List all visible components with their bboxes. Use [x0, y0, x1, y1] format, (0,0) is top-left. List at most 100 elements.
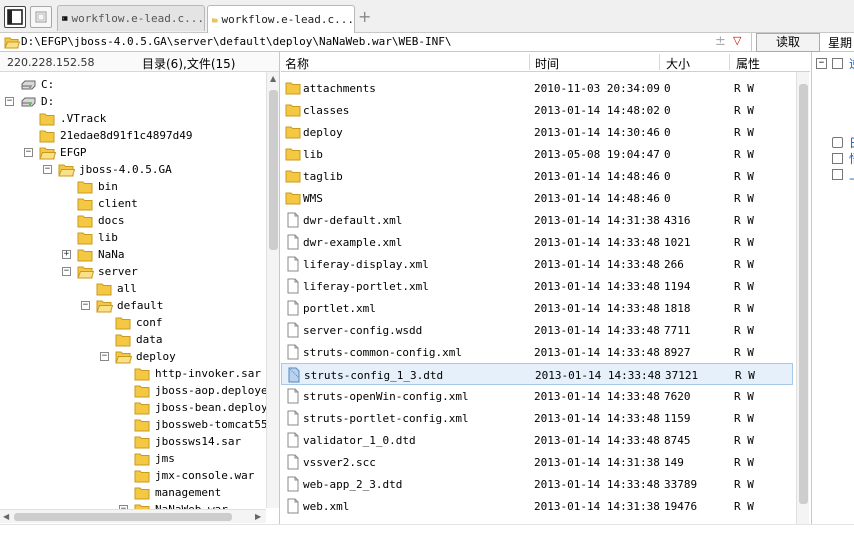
tree-item[interactable]: jbossweb-tomcat55.s [134, 416, 279, 433]
scroll-up-icon[interactable]: ▲ [270, 74, 276, 83]
file-row[interactable]: struts-openWin-config.xml 2013-01-14 14:3… [281, 385, 793, 407]
side-check-icon[interactable] [832, 169, 843, 180]
file-row[interactable]: liferay-display.xml 2013-01-14 14:33:48 26… [281, 253, 793, 275]
tree-item[interactable]: default [96, 297, 163, 314]
file-row[interactable]: struts-common-config.xml 2013-01-14 14:33… [281, 341, 793, 363]
column-time[interactable]: 时间 [535, 55, 559, 72]
column-divider[interactable] [729, 54, 730, 70]
panel-toggle-button[interactable] [4, 6, 26, 28]
file-size: 149 [664, 456, 684, 469]
tree-vertical-scrollbar[interactable]: ▲ [266, 72, 279, 508]
scrollbar-thumb[interactable] [269, 90, 278, 250]
file-row[interactable]: web.xml 2013-01-14 14:31:38 19476 R W [281, 495, 793, 517]
file-row[interactable]: dwr-default.xml 2013-01-14 14:31:38 4316 R … [281, 209, 793, 231]
tree-item[interactable]: conf [115, 314, 163, 331]
tree-item[interactable]: client [77, 195, 138, 212]
address-path: D:\EFGP\jboss-4.0.5.GA\server\default\de… [21, 35, 452, 48]
tree-item[interactable]: http-invoker.sar [134, 365, 261, 382]
chevron-down-icon[interactable]: ▽ [733, 34, 741, 47]
read-button[interactable]: 读取 [756, 33, 820, 52]
file-row[interactable]: WMS 2013-01-14 14:48:46 0 R W [281, 187, 793, 209]
collapse-icon[interactable]: − [62, 267, 71, 276]
tree-item[interactable]: management [134, 484, 221, 501]
file-row[interactable]: web-app_2_3.dtd 2013-01-14 14:33:48 33789 R… [281, 473, 793, 495]
file-name: server-config.wsdd [303, 324, 423, 337]
scrollbar-thumb[interactable] [14, 513, 232, 521]
new-tab-button[interactable]: + [358, 7, 371, 26]
file-attr: R W [734, 192, 754, 205]
scrollbar-thumb[interactable] [799, 84, 808, 504]
side-check-icon[interactable] [832, 153, 843, 164]
tree-item[interactable]: all [96, 280, 137, 297]
file-row[interactable]: portlet.xml 2013-01-14 14:33:48 1818 R W [281, 297, 793, 319]
tree-horizontal-scrollbar[interactable]: ◀ ▶ [0, 509, 266, 523]
tree-item[interactable]: deploy [115, 348, 176, 365]
tree-item[interactable]: docs [77, 212, 125, 229]
tab-folder[interactable]: workflow.e-lead.c... [207, 5, 355, 33]
file-size: 1159 [664, 412, 691, 425]
tree-item[interactable]: jboss-4.0.5.GA [58, 161, 172, 178]
column-attr[interactable]: 属性 [736, 55, 760, 72]
file-time: 2013-01-14 14:33:48 [534, 434, 660, 447]
column-size[interactable]: 大小 [666, 55, 690, 72]
pin-icon[interactable]: ± [715, 34, 726, 49]
folder-icon [77, 198, 93, 210]
scroll-right-icon[interactable]: ▶ [255, 512, 261, 521]
file-row[interactable]: validator_1_0.dtd 2013-01-14 14:33:48 8745… [281, 429, 793, 451]
tree-item-label: .VTrack [60, 112, 107, 125]
file-row[interactable]: server-config.wsdd 2013-01-14 14:33:48 771… [281, 319, 793, 341]
collapse-icon[interactable]: − [816, 58, 827, 69]
collapse-icon[interactable]: − [24, 148, 33, 157]
tree-item[interactable]: C: [20, 76, 54, 93]
folder-icon [134, 385, 150, 397]
file-row[interactable]: taglib 2013-01-14 14:48:46 0 R W [281, 165, 793, 187]
collapse-icon[interactable]: − [5, 97, 14, 106]
expand-icon[interactable]: + [62, 250, 71, 259]
file-name: taglib [303, 170, 343, 183]
folder-open-icon [58, 164, 75, 176]
file-row-selected[interactable]: struts-config_1_3.dtd 2013-01-14 14:33:48… [281, 363, 793, 385]
column-name[interactable]: 名称 [285, 55, 309, 72]
window-icon [35, 11, 47, 23]
tree-item[interactable]: data [115, 331, 163, 348]
collapse-icon[interactable]: − [81, 301, 90, 310]
file-icon [287, 234, 299, 250]
column-divider[interactable] [659, 54, 660, 70]
file-row[interactable]: classes 2013-01-14 14:48:02 0 R W [281, 99, 793, 121]
dtd-file-icon [288, 367, 300, 383]
file-time: 2010-11-03 20:34:09 [534, 82, 660, 95]
tree-item[interactable]: D: [20, 93, 54, 110]
scroll-left-icon[interactable]: ◀ [3, 512, 9, 521]
file-row[interactable]: vssver2.scc 2013-01-14 14:31:38 149 R W [281, 451, 793, 473]
file-row[interactable]: dwr-example.xml 2013-01-14 14:33:48 1021 R … [281, 231, 793, 253]
tree-item[interactable]: jmx-console.war [134, 467, 254, 484]
tree-item[interactable]: EFGP [39, 144, 87, 161]
tree-item[interactable]: NaNa [77, 246, 125, 263]
file-attr: R W [734, 302, 754, 315]
new-window-button[interactable] [30, 6, 52, 28]
address-input[interactable]: D:\EFGP\jboss-4.0.5.GA\server\default\de… [0, 33, 752, 52]
tree-item[interactable]: jms [134, 450, 175, 467]
tree-item[interactable]: jbossws14.sar [134, 433, 241, 450]
tree-item[interactable]: lib [77, 229, 118, 246]
file-time: 2013-01-14 14:33:48 [535, 369, 661, 382]
collapse-icon[interactable]: − [100, 352, 109, 361]
tree-item[interactable]: server [77, 263, 138, 280]
file-row[interactable]: deploy 2013-01-14 14:30:46 0 R W [281, 121, 793, 143]
file-name: lib [303, 148, 323, 161]
tree-item[interactable]: jboss-aop.deployer [134, 382, 274, 399]
file-row[interactable]: lib 2013-05-08 19:04:47 0 R W [281, 143, 793, 165]
collapse-icon[interactable]: − [43, 165, 52, 174]
tree-item[interactable]: bin [77, 178, 118, 195]
column-divider[interactable] [529, 54, 530, 70]
file-row[interactable]: struts-portlet-config.xml 2013-01-14 14:3… [281, 407, 793, 429]
side-check-icon[interactable] [832, 137, 843, 148]
file-size: 0 [664, 104, 671, 117]
tree-item[interactable]: 21edae8d91f1c4897d49 [39, 127, 192, 144]
list-vertical-scrollbar[interactable] [796, 72, 809, 524]
tab-terminal[interactable]: workflow.e-lead.c... [57, 5, 205, 31]
tree-item[interactable]: .VTrack [39, 110, 106, 127]
file-row[interactable]: attachments 2010-11-03 20:34:09 0 R W [281, 77, 793, 99]
file-row[interactable]: liferay-portlet.xml 2013-01-14 14:33:48 11… [281, 275, 793, 297]
tree-item[interactable]: jboss-bean.deployer [134, 399, 279, 416]
